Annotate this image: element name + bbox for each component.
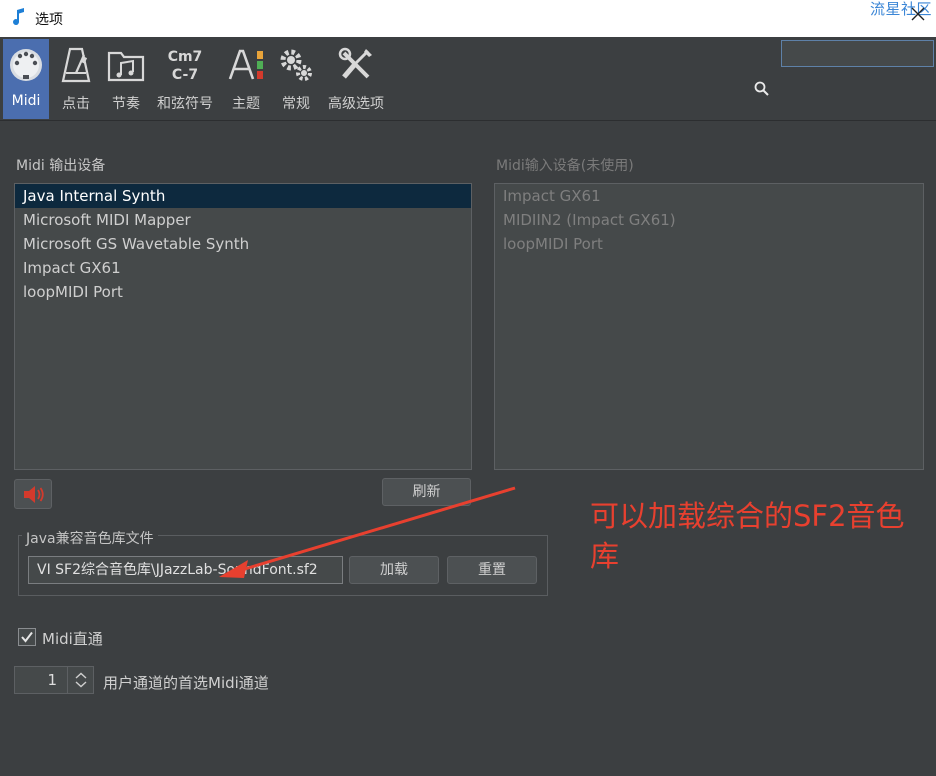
list-item[interactable]: loopMIDI Port <box>15 280 471 304</box>
channel-label: 用户通道的首选Midi通道 <box>103 674 269 692</box>
midi-out-label: Midi 输出设备 <box>16 158 106 174</box>
tab-theme[interactable]: 主题 <box>224 39 268 119</box>
tab-general[interactable]: 常规 <box>274 39 318 119</box>
checkmark-icon <box>21 631 33 643</box>
list-item: Impact GX61 <box>503 187 601 205</box>
svg-text:Cm7: Cm7 <box>168 49 203 65</box>
tab-midi-label: Midi <box>11 93 41 109</box>
metronome-icon <box>61 47 91 83</box>
midi-connector-icon <box>10 49 42 81</box>
tab-chord-symbols-label: 和弦符号 <box>157 96 213 112</box>
channel-spinner-arrows[interactable] <box>67 666 94 694</box>
speaker-icon <box>24 486 44 503</box>
tab-chord-symbols[interactable]: Cm7 C-7 和弦符号 <box>153 39 217 119</box>
soundfont-group-title: Java兼容音色库文件 <box>22 528 158 548</box>
chord-symbol-icon: Cm7 C-7 <box>168 49 203 83</box>
soundfont-file-field[interactable]: VI SF2综合音色库\JJazzLab-SoundFont.sf2 <box>28 556 343 584</box>
tab-advanced[interactable]: 高级选项 <box>324 39 388 119</box>
list-item: loopMIDI Port <box>503 235 603 253</box>
tab-midi[interactable]: Midi <box>3 39 49 119</box>
tab-advanced-label: 高级选项 <box>328 96 384 112</box>
window-title: 选项 <box>35 12 63 28</box>
load-button[interactable]: 加载 <box>349 556 439 584</box>
test-sound-button[interactable] <box>14 479 52 509</box>
midi-thru-label: Midi直通 <box>42 630 103 648</box>
reset-button[interactable]: 重置 <box>447 556 537 584</box>
spinner-arrows-icon <box>75 672 87 688</box>
list-item: MIDIIN2 (Impact GX61) <box>503 211 676 229</box>
midi-in-label: Midi输入设备(未使用) <box>496 158 634 174</box>
title-bar: 选项 流星社区 <box>0 0 936 37</box>
category-toolbar: Midi 点击 节奏 Cm7 C-7 和弦符号 主题 常规 高级选项 <box>0 37 936 121</box>
tab-rhythm[interactable]: 节奏 <box>103 39 149 119</box>
refresh-button[interactable]: 刷新 <box>382 478 471 506</box>
close-icon[interactable] <box>910 6 926 22</box>
list-item[interactable]: Microsoft GS Wavetable Synth <box>15 232 471 256</box>
tab-general-label: 常规 <box>282 96 310 112</box>
midi-thru-checkbox[interactable] <box>18 628 36 646</box>
tab-theme-label: 主题 <box>232 96 260 112</box>
svg-text:C-7: C-7 <box>172 67 198 83</box>
annotation-text: 可以加载综合的SF2音色库 <box>590 499 905 573</box>
midi-in-list: Impact GX61 MIDIIN2 (Impact GX61) loopMI… <box>494 183 924 470</box>
tab-click[interactable]: 点击 <box>54 39 98 119</box>
midi-out-list[interactable]: Java Internal Synth Microsoft MIDI Mappe… <box>14 183 472 470</box>
tab-rhythm-label: 节奏 <box>112 96 140 112</box>
gears-icon <box>280 49 312 81</box>
list-item[interactable]: Java Internal Synth <box>15 184 471 208</box>
list-item[interactable]: Impact GX61 <box>15 256 471 280</box>
search-icon <box>754 81 769 96</box>
tab-click-label: 点击 <box>62 96 90 112</box>
theme-font-color-icon <box>228 49 263 80</box>
list-item[interactable]: Microsoft MIDI Mapper <box>15 208 471 232</box>
channel-spinner-input[interactable]: 1 <box>14 666 68 694</box>
tools-icon <box>338 47 372 79</box>
music-note-icon <box>13 8 24 26</box>
music-folder-icon <box>107 51 145 82</box>
search-input[interactable] <box>781 40 934 67</box>
